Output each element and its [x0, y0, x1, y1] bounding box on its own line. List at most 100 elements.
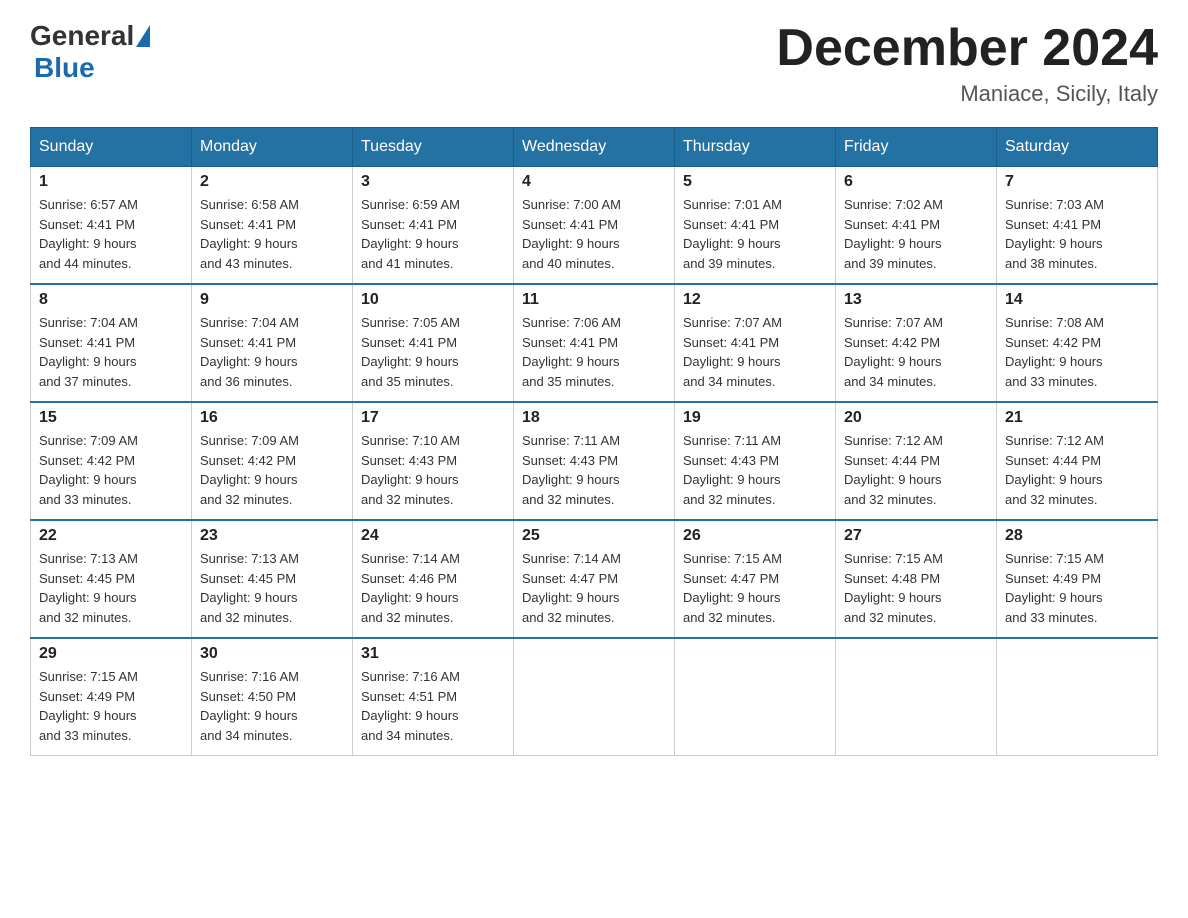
day-info: Sunrise: 7:15 AM Sunset: 4:49 PM Dayligh… — [1005, 549, 1149, 627]
weekday-header-monday: Monday — [192, 128, 353, 167]
calendar-cell: 12 Sunrise: 7:07 AM Sunset: 4:41 PM Dayl… — [675, 284, 836, 402]
calendar-week-1: 1 Sunrise: 6:57 AM Sunset: 4:41 PM Dayli… — [31, 167, 1158, 285]
location-title: Maniace, Sicily, Italy — [776, 81, 1158, 107]
day-number: 13 — [844, 291, 988, 309]
day-info: Sunrise: 7:05 AM Sunset: 4:41 PM Dayligh… — [361, 313, 505, 391]
calendar-cell: 19 Sunrise: 7:11 AM Sunset: 4:43 PM Dayl… — [675, 402, 836, 520]
day-number: 6 — [844, 173, 988, 191]
weekday-header-wednesday: Wednesday — [514, 128, 675, 167]
day-info: Sunrise: 6:59 AM Sunset: 4:41 PM Dayligh… — [361, 195, 505, 273]
calendar-cell: 31 Sunrise: 7:16 AM Sunset: 4:51 PM Dayl… — [353, 638, 514, 756]
day-info: Sunrise: 7:01 AM Sunset: 4:41 PM Dayligh… — [683, 195, 827, 273]
day-number: 18 — [522, 409, 666, 427]
day-number: 4 — [522, 173, 666, 191]
day-number: 12 — [683, 291, 827, 309]
calendar-cell: 29 Sunrise: 7:15 AM Sunset: 4:49 PM Dayl… — [31, 638, 192, 756]
calendar-week-4: 22 Sunrise: 7:13 AM Sunset: 4:45 PM Dayl… — [31, 520, 1158, 638]
day-number: 24 — [361, 527, 505, 545]
weekday-header-sunday: Sunday — [31, 128, 192, 167]
day-number: 14 — [1005, 291, 1149, 309]
day-info: Sunrise: 7:04 AM Sunset: 4:41 PM Dayligh… — [200, 313, 344, 391]
calendar-cell: 18 Sunrise: 7:11 AM Sunset: 4:43 PM Dayl… — [514, 402, 675, 520]
day-number: 11 — [522, 291, 666, 309]
day-info: Sunrise: 7:12 AM Sunset: 4:44 PM Dayligh… — [1005, 431, 1149, 509]
day-info: Sunrise: 7:13 AM Sunset: 4:45 PM Dayligh… — [200, 549, 344, 627]
day-number: 10 — [361, 291, 505, 309]
day-number: 3 — [361, 173, 505, 191]
day-number: 15 — [39, 409, 183, 427]
day-info: Sunrise: 7:08 AM Sunset: 4:42 PM Dayligh… — [1005, 313, 1149, 391]
day-number: 26 — [683, 527, 827, 545]
day-number: 9 — [200, 291, 344, 309]
day-info: Sunrise: 7:11 AM Sunset: 4:43 PM Dayligh… — [522, 431, 666, 509]
calendar-cell: 21 Sunrise: 7:12 AM Sunset: 4:44 PM Dayl… — [997, 402, 1158, 520]
calendar-cell: 30 Sunrise: 7:16 AM Sunset: 4:50 PM Dayl… — [192, 638, 353, 756]
weekday-header-thursday: Thursday — [675, 128, 836, 167]
calendar-week-2: 8 Sunrise: 7:04 AM Sunset: 4:41 PM Dayli… — [31, 284, 1158, 402]
calendar-cell: 1 Sunrise: 6:57 AM Sunset: 4:41 PM Dayli… — [31, 167, 192, 285]
day-number: 5 — [683, 173, 827, 191]
day-info: Sunrise: 7:12 AM Sunset: 4:44 PM Dayligh… — [844, 431, 988, 509]
day-info: Sunrise: 7:02 AM Sunset: 4:41 PM Dayligh… — [844, 195, 988, 273]
day-info: Sunrise: 7:15 AM Sunset: 4:47 PM Dayligh… — [683, 549, 827, 627]
day-number: 19 — [683, 409, 827, 427]
day-info: Sunrise: 7:06 AM Sunset: 4:41 PM Dayligh… — [522, 313, 666, 391]
day-number: 1 — [39, 173, 183, 191]
day-number: 2 — [200, 173, 344, 191]
calendar-cell: 15 Sunrise: 7:09 AM Sunset: 4:42 PM Dayl… — [31, 402, 192, 520]
calendar-cell — [514, 638, 675, 756]
day-info: Sunrise: 6:58 AM Sunset: 4:41 PM Dayligh… — [200, 195, 344, 273]
day-info: Sunrise: 7:16 AM Sunset: 4:50 PM Dayligh… — [200, 667, 344, 745]
calendar-cell: 27 Sunrise: 7:15 AM Sunset: 4:48 PM Dayl… — [836, 520, 997, 638]
day-info: Sunrise: 7:14 AM Sunset: 4:46 PM Dayligh… — [361, 549, 505, 627]
day-number: 7 — [1005, 173, 1149, 191]
day-info: Sunrise: 7:13 AM Sunset: 4:45 PM Dayligh… — [39, 549, 183, 627]
calendar-cell: 4 Sunrise: 7:00 AM Sunset: 4:41 PM Dayli… — [514, 167, 675, 285]
day-info: Sunrise: 7:04 AM Sunset: 4:41 PM Dayligh… — [39, 313, 183, 391]
calendar-cell — [675, 638, 836, 756]
day-info: Sunrise: 7:00 AM Sunset: 4:41 PM Dayligh… — [522, 195, 666, 273]
calendar-cell: 11 Sunrise: 7:06 AM Sunset: 4:41 PM Dayl… — [514, 284, 675, 402]
day-info: Sunrise: 7:03 AM Sunset: 4:41 PM Dayligh… — [1005, 195, 1149, 273]
calendar-cell — [836, 638, 997, 756]
day-number: 29 — [39, 645, 183, 663]
weekday-header-friday: Friday — [836, 128, 997, 167]
calendar-cell: 7 Sunrise: 7:03 AM Sunset: 4:41 PM Dayli… — [997, 167, 1158, 285]
day-info: Sunrise: 7:11 AM Sunset: 4:43 PM Dayligh… — [683, 431, 827, 509]
calendar-cell — [997, 638, 1158, 756]
day-info: Sunrise: 7:09 AM Sunset: 4:42 PM Dayligh… — [200, 431, 344, 509]
calendar-cell: 28 Sunrise: 7:15 AM Sunset: 4:49 PM Dayl… — [997, 520, 1158, 638]
calendar-cell: 9 Sunrise: 7:04 AM Sunset: 4:41 PM Dayli… — [192, 284, 353, 402]
calendar-cell: 23 Sunrise: 7:13 AM Sunset: 4:45 PM Dayl… — [192, 520, 353, 638]
logo: General Blue — [30, 20, 152, 84]
calendar-cell: 16 Sunrise: 7:09 AM Sunset: 4:42 PM Dayl… — [192, 402, 353, 520]
day-number: 31 — [361, 645, 505, 663]
day-info: Sunrise: 7:10 AM Sunset: 4:43 PM Dayligh… — [361, 431, 505, 509]
day-info: Sunrise: 7:16 AM Sunset: 4:51 PM Dayligh… — [361, 667, 505, 745]
day-number: 16 — [200, 409, 344, 427]
calendar-cell: 22 Sunrise: 7:13 AM Sunset: 4:45 PM Dayl… — [31, 520, 192, 638]
day-number: 25 — [522, 527, 666, 545]
calendar-cell: 8 Sunrise: 7:04 AM Sunset: 4:41 PM Dayli… — [31, 284, 192, 402]
calendar-cell: 25 Sunrise: 7:14 AM Sunset: 4:47 PM Dayl… — [514, 520, 675, 638]
logo-triangle-icon — [136, 25, 150, 47]
title-area: December 2024 Maniace, Sicily, Italy — [776, 20, 1158, 107]
day-info: Sunrise: 7:09 AM Sunset: 4:42 PM Dayligh… — [39, 431, 183, 509]
day-info: Sunrise: 6:57 AM Sunset: 4:41 PM Dayligh… — [39, 195, 183, 273]
day-number: 23 — [200, 527, 344, 545]
calendar-cell: 2 Sunrise: 6:58 AM Sunset: 4:41 PM Dayli… — [192, 167, 353, 285]
day-number: 28 — [1005, 527, 1149, 545]
weekday-header-saturday: Saturday — [997, 128, 1158, 167]
calendar-cell: 5 Sunrise: 7:01 AM Sunset: 4:41 PM Dayli… — [675, 167, 836, 285]
calendar-week-5: 29 Sunrise: 7:15 AM Sunset: 4:49 PM Dayl… — [31, 638, 1158, 756]
calendar-table: SundayMondayTuesdayWednesdayThursdayFrid… — [30, 127, 1158, 756]
day-number: 17 — [361, 409, 505, 427]
page-header: General Blue December 2024 Maniace, Sici… — [30, 20, 1158, 107]
weekday-header-tuesday: Tuesday — [353, 128, 514, 167]
logo-text: General — [30, 20, 152, 52]
calendar-cell: 17 Sunrise: 7:10 AM Sunset: 4:43 PM Dayl… — [353, 402, 514, 520]
calendar-cell: 26 Sunrise: 7:15 AM Sunset: 4:47 PM Dayl… — [675, 520, 836, 638]
day-number: 27 — [844, 527, 988, 545]
calendar-cell: 14 Sunrise: 7:08 AM Sunset: 4:42 PM Dayl… — [997, 284, 1158, 402]
day-info: Sunrise: 7:15 AM Sunset: 4:48 PM Dayligh… — [844, 549, 988, 627]
